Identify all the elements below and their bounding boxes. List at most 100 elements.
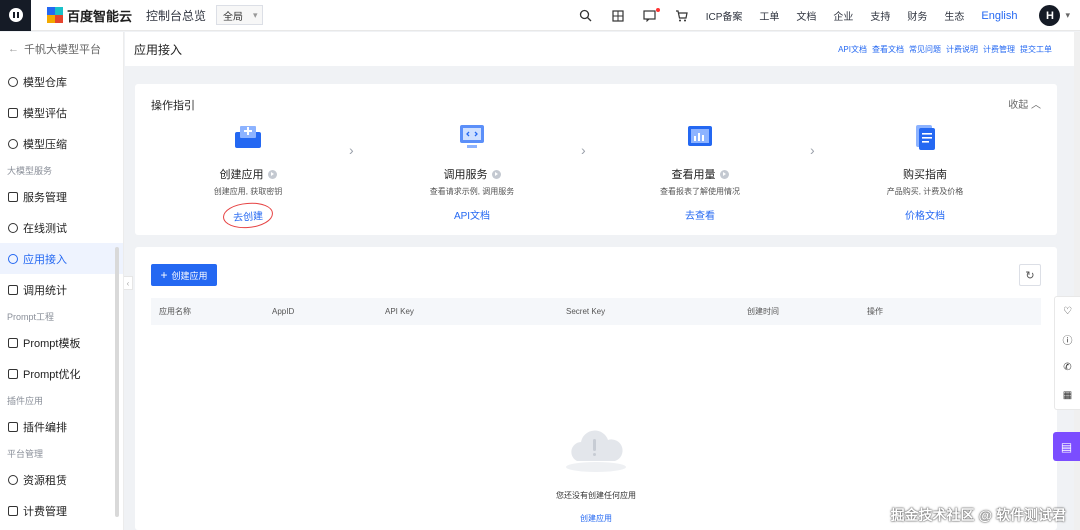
language-switch[interactable]: English [981, 10, 1017, 22]
template-icon [8, 337, 18, 348]
guide-title: 操作指引 [151, 100, 195, 112]
usage-illustration-icon [685, 122, 715, 152]
sidebar-item-model-repo[interactable]: 模型仓库 [0, 66, 123, 97]
optimize-icon [8, 368, 18, 379]
top-link-icp[interactable]: ICP备案 [706, 8, 743, 23]
go-create-link[interactable]: 去创建 [222, 201, 274, 230]
region-select[interactable]: 全局 ▾ [216, 5, 263, 25]
column-header-actions: 操作 [867, 307, 883, 316]
play-video-icon[interactable] [719, 169, 729, 179]
chevron-right-icon: › [810, 142, 815, 158]
sidebar-item-label: 插件编排 [23, 421, 67, 434]
sidebar-group-service: 大模型服务 [7, 165, 53, 176]
column-header-secret-key: Secret Key [566, 307, 606, 316]
menu-icon [8, 8, 23, 22]
column-header-app-id: AppID [272, 307, 295, 316]
chevron-down-icon[interactable]: ▾ [1065, 10, 1070, 21]
sidebar-item-label: 模型压缩 [23, 138, 67, 151]
doc-link-api[interactable]: API文档 [838, 44, 867, 55]
sidebar-item-billing[interactable]: 计费管理 [0, 495, 123, 526]
apps-icon[interactable] [610, 8, 626, 24]
api-doc-link[interactable]: API文档 [397, 207, 547, 222]
doc-link-billing-info[interactable]: 计费说明 [946, 44, 978, 55]
sidebar-item-model-compress[interactable]: 模型压缩 [0, 128, 123, 159]
create-app-button[interactable]: + 创建应用 [151, 264, 217, 286]
sidebar-item-label: 模型评估 [23, 107, 67, 120]
app-access-icon [8, 253, 18, 264]
grid-icon[interactable]: ▦ [1055, 381, 1080, 409]
help-icon[interactable]: ⓘ [1055, 325, 1080, 353]
floating-toolbar: ♡ ⓘ ✆ ▦ [1054, 296, 1080, 410]
column-header-api-key: API Key [385, 307, 414, 316]
sidebar-back-link[interactable]: ← 千帆大模型平台 [0, 32, 123, 66]
doc-link-faq[interactable]: 常见问题 [909, 44, 941, 55]
sidebar-scrollbar[interactable] [115, 247, 119, 517]
call-service-illustration-icon [457, 122, 487, 152]
product-menu-button[interactable] [0, 0, 31, 31]
chevron-right-icon: › [581, 142, 586, 158]
sidebar-item-label: 模型仓库 [23, 76, 67, 89]
top-link-ecosystem[interactable]: 生态 [944, 8, 964, 23]
purchase-guide-illustration-icon [910, 122, 940, 152]
step-desc: 查看报表了解使用情况 [660, 187, 740, 196]
sidebar-item-resource-rental[interactable]: 资源租赁 [0, 464, 123, 495]
sidebar-item-service-manage[interactable]: 服务管理 [0, 181, 123, 212]
price-doc-link[interactable]: 价格文档 [850, 207, 1000, 222]
sidebar-item-app-access[interactable]: 应用接入 [0, 243, 123, 274]
doc-links: API文档 查看文档 常见问题 计费说明 计费管理 提交工单 [833, 32, 1052, 66]
favorite-icon[interactable]: ♡ [1055, 297, 1080, 325]
sidebar-item-prompt-optimize[interactable]: Prompt优化 [0, 358, 123, 389]
brand-logo[interactable]: 百度智能云 [47, 6, 132, 25]
step-desc: 查看请求示例, 调用服务 [429, 187, 515, 196]
phone-icon[interactable]: ✆ [1055, 353, 1080, 381]
plugin-icon [8, 421, 18, 432]
sidebar-item-label: 应用接入 [23, 253, 67, 266]
top-link-enterprise[interactable]: 企业 [833, 8, 853, 23]
step-name: 调用服务 [443, 169, 488, 181]
step-desc: 产品购买, 计费及价格 [886, 187, 964, 196]
search-icon[interactable] [578, 8, 594, 24]
sidebar-item-prompt-template[interactable]: Prompt模板 [0, 327, 123, 358]
plus-icon: + [160, 268, 168, 282]
chat-assistant-button[interactable]: ▤ [1053, 432, 1080, 461]
evaluate-icon [8, 107, 18, 118]
sidebar-item-model-eval[interactable]: 模型评估 [0, 97, 123, 128]
sidebar: ← 千帆大模型平台 模型仓库 模型评估 模型压缩 大模型服务 服务管理 在线测试… [0, 32, 124, 530]
sidebar-item-label: 调用统计 [23, 284, 67, 297]
doc-link-view-docs[interactable]: 查看文档 [872, 44, 904, 55]
step-name: 购买指南 [903, 169, 947, 181]
sidebar-item-label: Prompt模板 [23, 337, 81, 350]
play-video-icon[interactable] [267, 169, 277, 179]
top-link-docs[interactable]: 文档 [796, 8, 816, 23]
resource-icon [8, 474, 18, 485]
message-icon[interactable] [642, 7, 660, 24]
go-view-link[interactable]: 去查看 [625, 207, 775, 222]
refresh-button[interactable]: ↻ [1019, 264, 1041, 286]
sidebar-item-online-test[interactable]: 在线测试 [0, 212, 123, 243]
model-repo-icon [8, 76, 18, 87]
top-link-ticket[interactable]: 工单 [759, 8, 779, 23]
play-video-icon[interactable] [491, 169, 501, 179]
avatar[interactable]: H [1039, 5, 1061, 26]
create-app-illustration-icon [233, 122, 263, 152]
top-link-support[interactable]: 支持 [870, 8, 890, 23]
baidu-cloud-logo-icon [47, 7, 63, 23]
sidebar-item-call-stats[interactable]: 调用统计 [0, 274, 123, 305]
empty-state-text: 您还没有创建任何应用 [556, 491, 636, 500]
top-navbar: 百度智能云 控制台总览 全局 ▾ ICP备案 工单 文档 企业 支持 财务 生态… [0, 0, 1080, 31]
top-link-finance[interactable]: 财务 [907, 8, 927, 23]
sidebar-item-plugin-orchestrate[interactable]: 插件编排 [0, 411, 123, 442]
console-overview-link[interactable]: 控制台总览 [146, 7, 206, 24]
chat-icon: ▤ [1060, 439, 1073, 454]
table-header: 应用名称 AppID API Key Secret Key 创建时间 操作 [151, 298, 1041, 325]
cart-icon[interactable] [674, 8, 690, 24]
sidebar-item-label: Prompt优化 [23, 368, 81, 381]
doc-link-billing-manage[interactable]: 计费管理 [983, 44, 1015, 55]
sidebar-collapse-button[interactable]: ‹ [124, 276, 133, 290]
guide-collapse-button[interactable]: 收起 ︿ [1008, 96, 1041, 111]
stats-icon [8, 284, 18, 295]
service-icon [8, 191, 18, 202]
sidebar-group-plugin: 插件应用 [7, 395, 44, 406]
doc-link-submit-ticket[interactable]: 提交工单 [1020, 44, 1052, 55]
guide-collapse-label: 收起 [1008, 100, 1029, 111]
